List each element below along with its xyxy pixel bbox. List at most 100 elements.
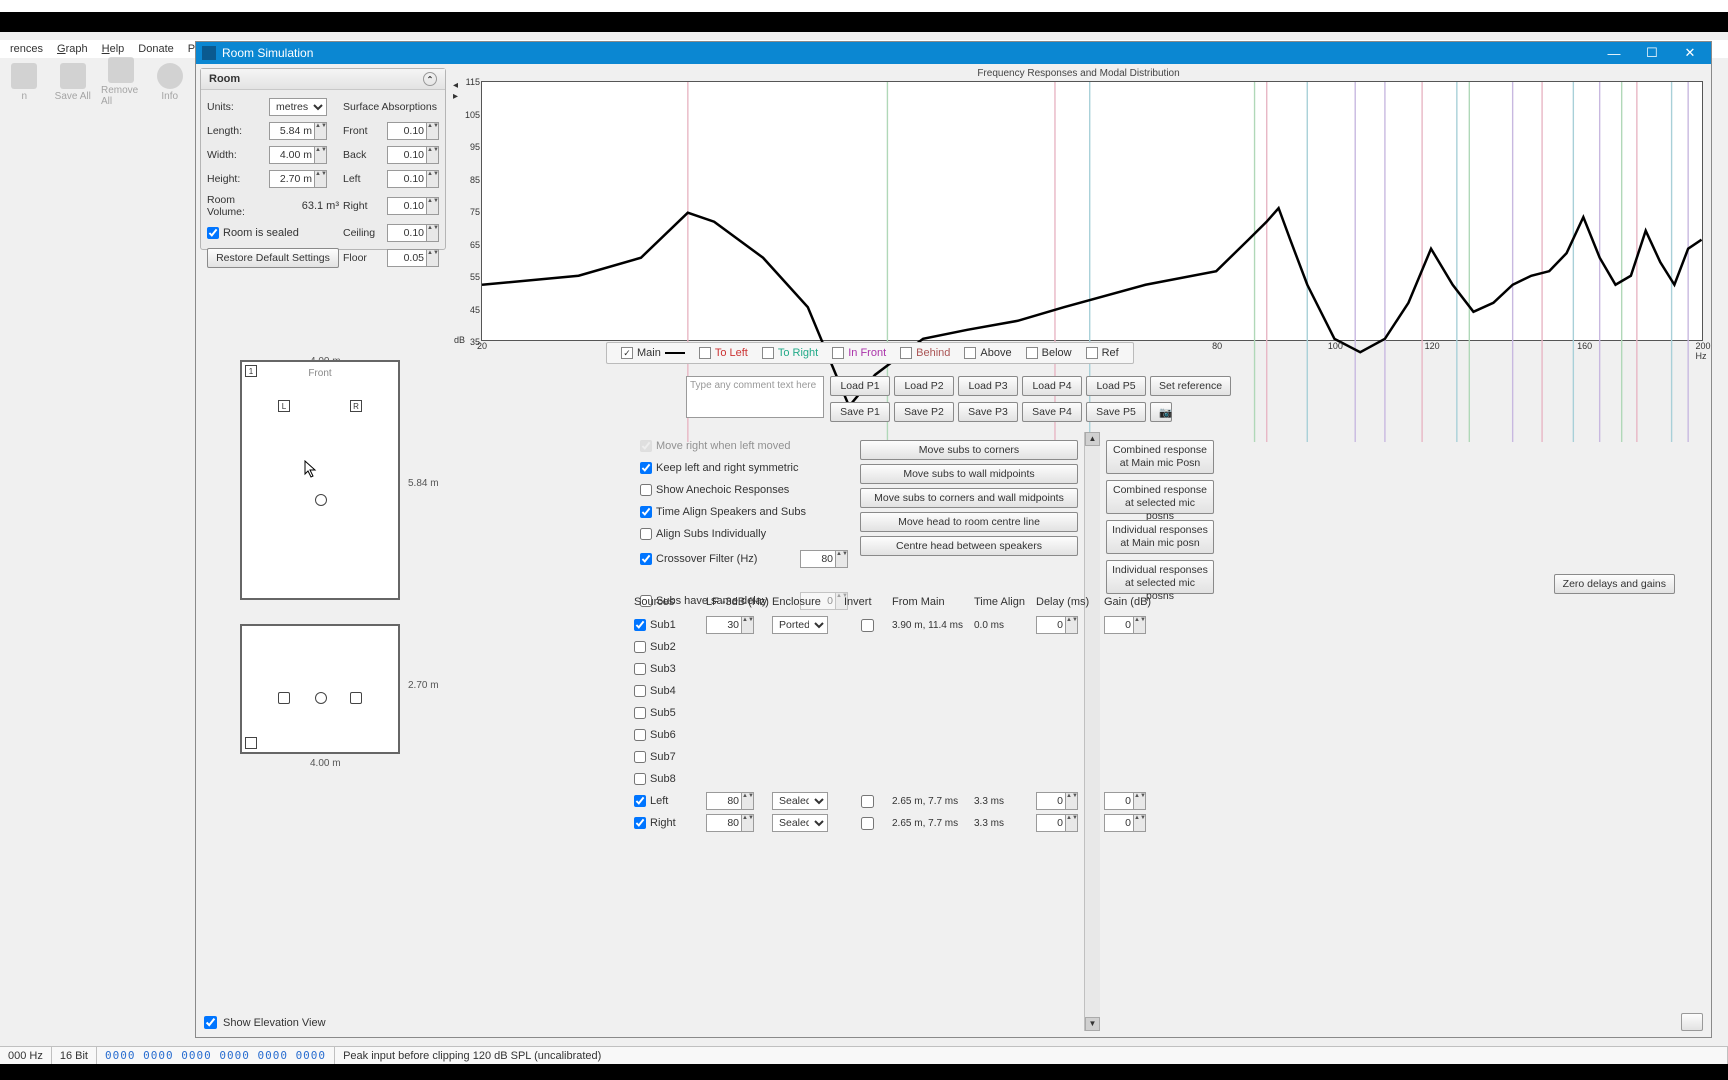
invert-checkbox[interactable]: [861, 619, 874, 632]
save-p2-button[interactable]: Save P2: [894, 402, 954, 422]
move-head-button[interactable]: Move head to room centre line: [860, 512, 1078, 532]
elevation-view[interactable]: [240, 624, 400, 754]
save-p4-button[interactable]: Save P4: [1022, 402, 1082, 422]
source-row: Sub3: [634, 658, 1675, 680]
left-abs-input[interactable]: [387, 170, 427, 188]
lf-input[interactable]: [706, 792, 742, 810]
plan-view[interactable]: 1 Front L R: [240, 360, 400, 600]
timealign-checkbox[interactable]: [640, 506, 652, 518]
enclosure-select[interactable]: Sealed: [772, 792, 828, 810]
menu-item[interactable]: Donate: [132, 41, 179, 57]
tool-btn[interactable]: n: [4, 63, 45, 102]
invert-checkbox[interactable]: [861, 795, 874, 808]
width-input[interactable]: [269, 146, 315, 164]
infront-checkbox[interactable]: [832, 347, 844, 359]
set-reference-button[interactable]: Set reference: [1150, 376, 1231, 396]
info-button[interactable]: Info: [150, 63, 191, 102]
frequency-chart[interactable]: [481, 81, 1703, 341]
move-subs-corners-button[interactable]: Move subs to corners: [860, 440, 1078, 460]
gain-input[interactable]: [1104, 792, 1134, 810]
load-p4-button[interactable]: Load P4: [1022, 376, 1082, 396]
front-abs-input[interactable]: [387, 122, 427, 140]
delay-input[interactable]: [1036, 792, 1066, 810]
right-speaker-marker[interactable]: R: [350, 400, 362, 412]
source-checkbox[interactable]: [634, 773, 646, 785]
combined-main-button[interactable]: Combined response at Main mic Posn: [1106, 440, 1214, 474]
behind-checkbox[interactable]: [900, 347, 912, 359]
left-speaker-marker[interactable]: L: [278, 400, 290, 412]
combined-selected-button[interactable]: Combined response at selected mic posns: [1106, 480, 1214, 514]
save-p5-button[interactable]: Save P5: [1086, 402, 1146, 422]
toleft-checkbox[interactable]: [699, 347, 711, 359]
load-p5-button[interactable]: Load P5: [1086, 376, 1146, 396]
source-checkbox[interactable]: [634, 729, 646, 741]
load-p3-button[interactable]: Load P3: [958, 376, 1018, 396]
back-abs-input[interactable]: [387, 146, 427, 164]
move-subs-both-button[interactable]: Move subs to corners and wall midpoints: [860, 488, 1078, 508]
main-toolbar: n Save All Remove All Info: [0, 58, 190, 106]
individual-main-button[interactable]: Individual responses at Main mic posn: [1106, 520, 1214, 554]
gain-input[interactable]: [1104, 616, 1134, 634]
remove-all-button[interactable]: Remove All: [101, 57, 142, 107]
enclosure-select[interactable]: Ported: [772, 616, 828, 634]
crossover-checkbox[interactable]: [640, 553, 652, 565]
alignsubs-checkbox[interactable]: [640, 528, 652, 540]
enclosure-select[interactable]: Sealed: [772, 814, 828, 832]
main-checkbox[interactable]: ✓: [621, 347, 633, 359]
maximize-button[interactable]: ☐: [1633, 44, 1671, 62]
right-abs-input[interactable]: [387, 197, 427, 215]
collapse-icon[interactable]: ⌃: [423, 72, 437, 86]
sub-marker[interactable]: [245, 737, 257, 749]
ceiling-abs-input[interactable]: [387, 224, 427, 242]
lf-input[interactable]: [706, 616, 742, 634]
minimize-button[interactable]: —: [1595, 44, 1633, 62]
lf-input[interactable]: [706, 814, 742, 832]
anechoic-checkbox[interactable]: [640, 484, 652, 496]
room-simulation-dialog: Room Simulation — ☐ ✕ Room⌃ Units: metre…: [195, 41, 1712, 1038]
titlebar[interactable]: Room Simulation — ☐ ✕: [196, 42, 1711, 64]
menu-item[interactable]: rences: [4, 41, 49, 57]
left-speaker-marker[interactable]: [278, 692, 290, 704]
source-checkbox[interactable]: [634, 751, 646, 763]
delay-input[interactable]: [1036, 616, 1066, 634]
load-p1-button[interactable]: Load P1: [830, 376, 890, 396]
menu-item[interactable]: Help: [96, 41, 131, 57]
toright-checkbox[interactable]: [762, 347, 774, 359]
source-checkbox[interactable]: [634, 817, 646, 829]
source-checkbox[interactable]: [634, 795, 646, 807]
source-row: Left▲▼Sealed2.65 m, 7.7 ms3.3 ms▲▼▲▼: [634, 790, 1675, 812]
comment-input[interactable]: Type any comment text here: [686, 376, 824, 418]
floor-abs-input[interactable]: [387, 249, 427, 267]
load-p2-button[interactable]: Load P2: [894, 376, 954, 396]
move-subs-midpoints-button[interactable]: Move subs to wall midpoints: [860, 464, 1078, 484]
save-p3-button[interactable]: Save P3: [958, 402, 1018, 422]
source-checkbox[interactable]: [634, 707, 646, 719]
sealed-checkbox[interactable]: [207, 227, 219, 239]
gain-input[interactable]: [1104, 814, 1134, 832]
show-elevation-checkbox[interactable]: [204, 1016, 217, 1029]
crossover-input[interactable]: [800, 550, 836, 568]
source-checkbox[interactable]: [634, 663, 646, 675]
settings-gear-button[interactable]: [1681, 1013, 1703, 1031]
source-checkbox[interactable]: [634, 619, 646, 631]
close-button[interactable]: ✕: [1671, 44, 1709, 62]
menu-item[interactable]: Graph: [51, 41, 94, 57]
source-checkbox[interactable]: [634, 641, 646, 653]
save-all-button[interactable]: Save All: [53, 63, 94, 102]
head-marker[interactable]: [315, 692, 327, 704]
delay-input[interactable]: [1036, 814, 1066, 832]
invert-checkbox[interactable]: [861, 817, 874, 830]
source-checkbox[interactable]: [634, 685, 646, 697]
source-row: Sub8: [634, 768, 1675, 790]
head-marker[interactable]: [315, 494, 327, 506]
camera-button[interactable]: 📷: [1150, 402, 1172, 422]
chart-area: Frequency Responses and Modal Distributi…: [454, 68, 1703, 368]
save-p1-button[interactable]: Save P1: [830, 402, 890, 422]
length-input[interactable]: [269, 122, 315, 140]
restore-defaults-button[interactable]: Restore Default Settings: [207, 248, 339, 268]
height-input[interactable]: [269, 170, 315, 188]
centre-head-button[interactable]: Centre head between speakers: [860, 536, 1078, 556]
symmetric-checkbox[interactable]: [640, 462, 652, 474]
units-select[interactable]: metres: [269, 98, 327, 116]
right-speaker-marker[interactable]: [350, 692, 362, 704]
